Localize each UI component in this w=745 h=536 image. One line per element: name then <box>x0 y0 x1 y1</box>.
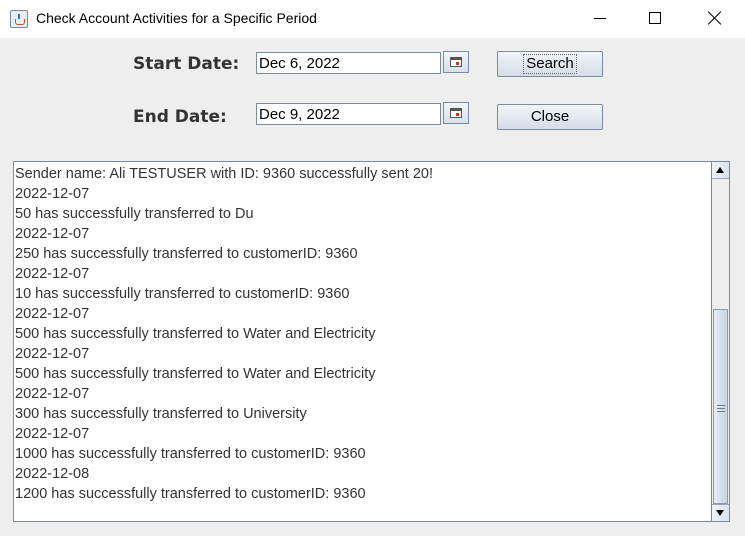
arrow-down-icon <box>716 510 724 516</box>
close-button-label: Close <box>530 108 570 125</box>
log-line: 2022-12-07 <box>15 266 90 282</box>
maximize-button[interactable] <box>628 0 686 38</box>
calendar-icon <box>450 57 462 67</box>
search-button-label: Search <box>523 54 577 74</box>
close-icon <box>708 11 722 25</box>
maximize-icon <box>649 12 661 24</box>
log-line: 2022-12-07 <box>15 386 90 402</box>
log-line: 2022-12-07 <box>15 426 90 442</box>
start-date-field[interactable]: Dec 6, 2022 <box>256 52 441 74</box>
end-date-calendar-button[interactable] <box>443 102 469 124</box>
log-line: 1200 has successfully transferred to cus… <box>15 486 366 502</box>
window-title: Check Account Activities for a Specific … <box>36 10 317 26</box>
minimize-button[interactable] <box>570 0 628 38</box>
scroll-down-button[interactable] <box>712 504 729 521</box>
title-bar: Check Account Activities for a Specific … <box>0 0 745 38</box>
close-window-button[interactable] <box>686 0 744 38</box>
activity-log-textarea[interactable]: Sender name: Ali TESTUSER with ID: 9360 … <box>13 161 711 522</box>
log-line: 10 has successfully transferred to custo… <box>15 286 350 302</box>
log-line: 500 has successfully transferred to Wate… <box>15 326 376 342</box>
vertical-scrollbar[interactable] <box>711 161 730 522</box>
log-line: 2022-12-08 <box>15 466 90 482</box>
end-date-label: End Date: <box>133 107 227 127</box>
java-cup-icon <box>10 10 28 28</box>
end-date-field[interactable]: Dec 9, 2022 <box>256 103 441 125</box>
log-line: 2022-12-07 <box>15 306 90 322</box>
log-line: Sender name: Ali TESTUSER with ID: 9360 … <box>15 166 434 182</box>
start-date-calendar-button[interactable] <box>443 51 469 73</box>
log-line: 2022-12-07 <box>15 346 90 362</box>
log-line: 50 has successfully transferred to Du <box>15 206 254 222</box>
activity-log-lines: Sender name: Ali TESTUSER with ID: 9360 … <box>15 164 433 504</box>
log-line: 300 has successfully transferred to Univ… <box>15 406 307 422</box>
log-line: 2022-12-07 <box>15 226 90 242</box>
search-button[interactable]: Search <box>497 51 603 77</box>
arrow-up-icon <box>716 167 724 173</box>
close-button[interactable]: Close <box>497 104 603 130</box>
calendar-icon <box>450 108 462 118</box>
log-line: 1000 has successfully transferred to cus… <box>15 446 366 462</box>
log-line: 500 has successfully transferred to Wate… <box>15 366 376 382</box>
start-date-label: Start Date: <box>133 54 240 74</box>
log-line: 250 has successfully transferred to cust… <box>15 246 358 262</box>
scrollbar-thumb[interactable] <box>713 309 728 504</box>
minimize-icon <box>594 18 606 19</box>
log-line: 2022-12-07 <box>15 186 90 202</box>
scroll-up-button[interactable] <box>712 162 729 179</box>
